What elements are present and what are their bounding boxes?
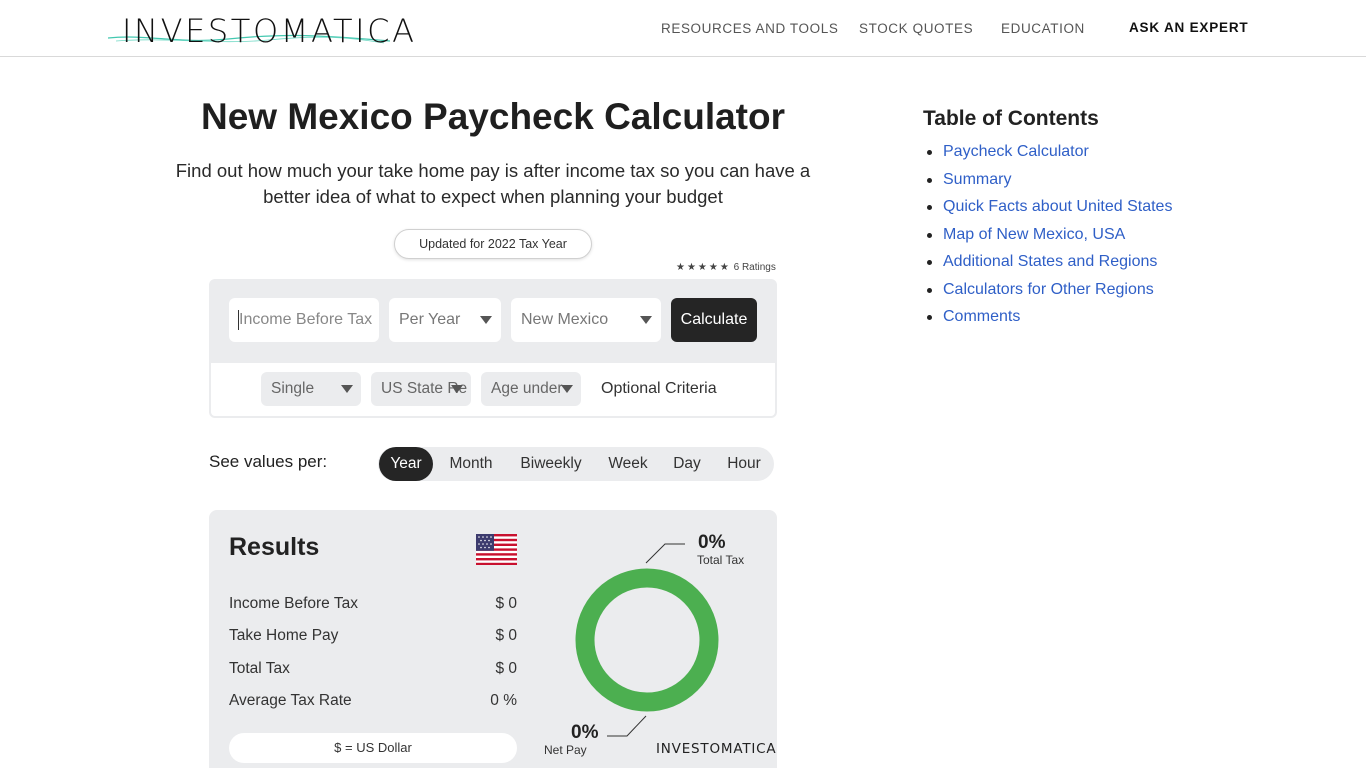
- nav-stock-quotes[interactable]: STOCK QUOTES: [859, 21, 973, 36]
- ratings[interactable]: ★★★★★ 6 Ratings: [676, 262, 776, 273]
- site-logo[interactable]: INVESTOMATICA: [108, 8, 414, 50]
- results-panel: Results Income Before Tax $ 0 Take Home …: [209, 510, 777, 768]
- chevron-down-icon: [640, 316, 652, 324]
- filing-status-value: Single: [271, 380, 315, 397]
- total-tax-leader-line: [645, 543, 685, 564]
- site-header: INVESTOMATICA RESOURCES AND TOOLS STOCK …: [0, 0, 1366, 57]
- ratings-count: 6 Ratings: [733, 262, 776, 273]
- chevron-down-icon: [451, 385, 463, 393]
- period-year[interactable]: Year: [379, 447, 433, 481]
- toc-item-summary[interactable]: Summary: [923, 169, 1172, 197]
- currency-note: $ = US Dollar: [229, 733, 517, 763]
- toc-item-paycheck-calculator[interactable]: Paycheck Calculator: [923, 141, 1172, 169]
- income-input[interactable]: Income Before Tax: [229, 298, 379, 342]
- period-hour[interactable]: Hour: [718, 447, 770, 481]
- period-day[interactable]: Day: [664, 447, 710, 481]
- chevron-down-icon: [480, 316, 492, 324]
- net-pay-leader-line: [607, 715, 647, 737]
- age-select[interactable]: Age under: [481, 372, 581, 406]
- see-values-label: See values per:: [209, 452, 328, 471]
- toc-list: Paycheck Calculator Summary Quick Facts …: [923, 141, 1172, 334]
- row-value-income-before-tax: $ 0: [495, 595, 517, 612]
- net-pay-percent: 0%: [571, 722, 599, 743]
- toc-item-quick-facts[interactable]: Quick Facts about United States: [923, 196, 1172, 224]
- chevron-down-icon: [341, 385, 353, 393]
- residency-select[interactable]: US State Re: [371, 372, 471, 406]
- toc-item-comments[interactable]: Comments: [923, 306, 1172, 334]
- age-value: Age under: [491, 380, 563, 397]
- row-label-take-home-pay: Take Home Pay: [229, 627, 339, 644]
- updated-badge: Updated for 2022 Tax Year: [394, 229, 592, 259]
- region-select[interactable]: New Mexico: [511, 298, 661, 342]
- period-month[interactable]: Month: [438, 447, 504, 481]
- nav-ask-an-expert[interactable]: ASK AN EXPERT: [1129, 20, 1248, 35]
- row-value-average-tax-rate: 0 %: [490, 692, 517, 709]
- rating-stars-icon[interactable]: ★★★★★: [676, 262, 731, 273]
- nav-education[interactable]: EDUCATION: [1001, 21, 1085, 36]
- toc-item-map[interactable]: Map of New Mexico, USA: [923, 224, 1172, 252]
- logo-text: INVESTOMATICA: [122, 12, 417, 50]
- row-label-total-tax: Total Tax: [229, 660, 290, 677]
- total-tax-chart-label: Total Tax: [697, 553, 745, 567]
- row-value-total-tax: $ 0: [495, 660, 517, 677]
- chart-brand-watermark: INVESTOMATICA: [656, 741, 777, 757]
- toc-item-other-regions[interactable]: Calculators for Other Regions: [923, 279, 1172, 307]
- total-tax-percent: 0%: [698, 532, 726, 553]
- toc-title: Table of Contents: [923, 107, 1099, 130]
- period-selector: Year Month Biweekly Week Day Hour: [378, 447, 774, 481]
- calculator-panel: Income Before Tax Per Year New Mexico Ca…: [209, 279, 777, 418]
- row-label-income-before-tax: Income Before Tax: [229, 595, 358, 612]
- toc-item-additional-states[interactable]: Additional States and Regions: [923, 251, 1172, 279]
- row-label-average-tax-rate: Average Tax Rate: [229, 692, 352, 709]
- optional-criteria-toggle[interactable]: Optional Criteria: [601, 380, 717, 398]
- period-biweekly[interactable]: Biweekly: [512, 447, 590, 481]
- income-placeholder: Income Before Tax: [239, 311, 373, 328]
- page-title: New Mexico Paycheck Calculator: [200, 96, 786, 137]
- period-week[interactable]: Week: [600, 447, 656, 481]
- text-cursor: [238, 310, 239, 330]
- region-value: New Mexico: [521, 311, 609, 328]
- donut-ring: [575, 568, 719, 712]
- page-subtitle: Find out how much your take home pay is …: [175, 160, 811, 207]
- frequency-value: Per Year: [399, 311, 461, 328]
- frequency-select[interactable]: Per Year: [389, 298, 501, 342]
- chevron-down-icon: [561, 385, 573, 393]
- row-value-take-home-pay: $ 0: [495, 627, 517, 644]
- nav-resources-and-tools[interactable]: RESOURCES AND TOOLS: [661, 21, 838, 36]
- results-title: Results: [229, 533, 320, 561]
- filing-status-select[interactable]: Single: [261, 372, 361, 406]
- calculator-main-row: Income Before Tax Per Year New Mexico Ca…: [211, 281, 775, 363]
- us-flag-icon: [476, 534, 517, 565]
- net-pay-chart-label: Net Pay: [544, 743, 587, 757]
- calculate-button[interactable]: Calculate: [671, 298, 757, 342]
